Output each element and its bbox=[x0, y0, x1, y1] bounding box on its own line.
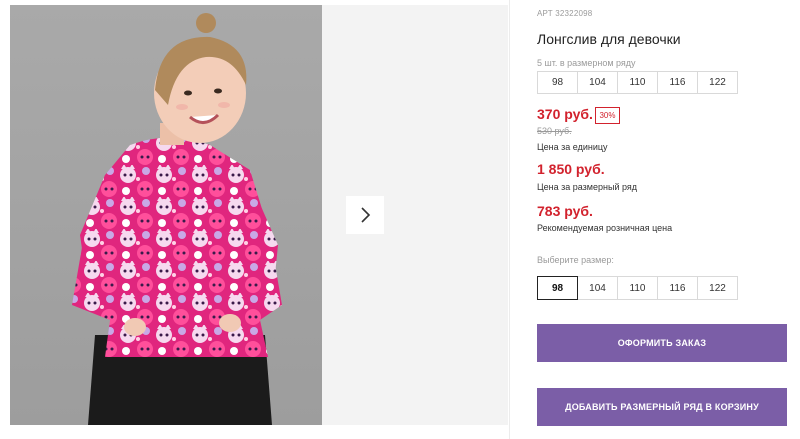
size-option-110[interactable]: 110 bbox=[617, 276, 658, 300]
size-row-item: 104 bbox=[577, 71, 618, 94]
product-title: Лонгслив для девочки bbox=[537, 31, 681, 47]
size-row-price-caption: Цена за размерный ряд bbox=[537, 182, 638, 192]
next-image-button[interactable] bbox=[346, 196, 384, 234]
product-gallery bbox=[0, 0, 510, 439]
size-option-116[interactable]: 116 bbox=[657, 276, 698, 300]
size-selector: 98 104 110 116 122 bbox=[537, 276, 738, 300]
old-price: 530 руб. bbox=[537, 126, 572, 136]
size-row-item: 116 bbox=[657, 71, 698, 94]
girl-in-longsleeve-image bbox=[72, 13, 282, 425]
product-panel: АРТ 32322098 Лонгслив для девочки 5 шт. … bbox=[537, 0, 800, 439]
size-row-item: 98 bbox=[537, 71, 578, 94]
size-option-98[interactable]: 98 bbox=[537, 276, 578, 300]
retail-price: 783 руб. bbox=[537, 203, 593, 219]
chevron-right-icon bbox=[361, 207, 371, 223]
discount-badge: 30% bbox=[595, 107, 620, 124]
size-row-item: 122 bbox=[697, 71, 738, 94]
size-option-104[interactable]: 104 bbox=[577, 276, 618, 300]
place-order-button[interactable]: ОФОРМИТЬ ЗАКАЗ bbox=[537, 324, 787, 362]
choose-size-caption: Выберите размер: bbox=[537, 255, 614, 265]
size-row-list: 98 104 110 116 122 bbox=[537, 71, 738, 94]
retail-price-caption: Рекомендуемая розничная цена bbox=[537, 223, 673, 233]
size-row-item: 110 bbox=[617, 71, 658, 94]
size-row-caption: 5 шт. в размерном ряду bbox=[537, 58, 636, 68]
panel-divider bbox=[509, 0, 510, 439]
product-photo bbox=[10, 5, 322, 425]
unit-price-caption: Цена за единицу bbox=[537, 142, 608, 152]
size-option-122[interactable]: 122 bbox=[697, 276, 738, 300]
add-size-row-to-cart-button[interactable]: ДОБАВИТЬ РАЗМЕРНЫЙ РЯД В КОРЗИНУ bbox=[537, 388, 787, 426]
article-number: АРТ 32322098 bbox=[537, 9, 593, 18]
size-row-price: 1 850 руб. bbox=[537, 161, 605, 177]
unit-price: 370 руб. bbox=[537, 106, 593, 122]
